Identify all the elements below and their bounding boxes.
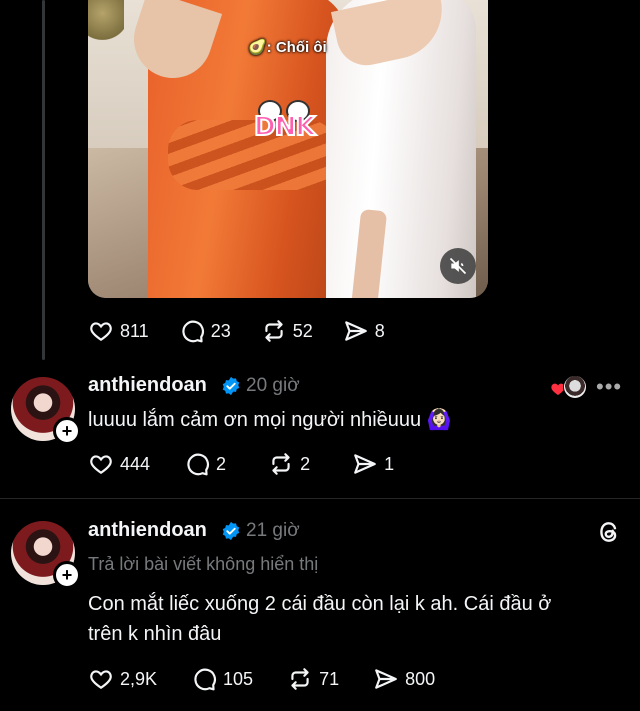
avatar[interactable]: + — [11, 521, 81, 589]
reply-count: 2 — [216, 453, 227, 474]
liked-by-author — [550, 375, 590, 399]
like-count: 2,9K — [120, 668, 158, 689]
verified-badge-icon — [222, 521, 240, 541]
thread-connector-line — [42, 0, 45, 360]
dnk-sticker: DNK — [250, 100, 330, 150]
send-icon — [354, 454, 376, 474]
repost-count: 2 — [300, 453, 311, 474]
repost-button[interactable]: 52 — [261, 318, 313, 344]
comment-time: 21 giờ — [246, 520, 300, 541]
comment-time: 20 giờ — [246, 375, 300, 396]
send-icon — [344, 321, 367, 341]
share-button[interactable]: 8 — [343, 318, 385, 344]
comment-text-line-1: Con mắt liếc xuống 2 cái đầu còn lại k a… — [88, 593, 552, 615]
reply-button[interactable]: 2 — [184, 451, 226, 477]
comment-text-line-2: trên k nhìn đâu — [88, 623, 222, 645]
video-plant — [88, 0, 124, 44]
share-count: 800 — [405, 668, 436, 689]
threads-logo-icon[interactable] — [596, 519, 622, 545]
comment-text: luuuu lắm cảm ơn mọi người nhiềuuu 🙆🏻‍♀️ — [88, 409, 452, 431]
repost-count: 52 — [292, 320, 313, 341]
speaker-muted-icon — [449, 257, 467, 275]
comment-action-bar: 2,9K 105 71 800 — [88, 666, 465, 692]
heart-icon — [90, 322, 112, 341]
verified-badge-icon — [222, 376, 240, 396]
heart-icon — [90, 670, 112, 689]
comment-icon — [187, 453, 210, 476]
liker-avatar — [563, 375, 587, 399]
like-count: 811 — [120, 320, 149, 341]
share-count: 8 — [374, 320, 385, 341]
comment-icon — [194, 668, 217, 691]
repost-button[interactable]: 71 — [287, 666, 339, 692]
reply-button[interactable]: 105 — [191, 666, 253, 692]
mute-button[interactable] — [440, 248, 476, 284]
follow-plus-icon[interactable]: + — [53, 561, 81, 589]
share-button[interactable]: 1 — [352, 451, 394, 477]
repost-icon — [272, 453, 290, 475]
repost-icon — [265, 320, 283, 342]
comment-icon — [182, 320, 204, 343]
share-count: 1 — [384, 453, 395, 474]
sticker-text: DNK — [253, 111, 316, 143]
reply-context[interactable]: Trả lời bài viết không hiển thị — [88, 554, 318, 575]
reply-count: 23 — [210, 320, 231, 341]
divider — [0, 498, 640, 499]
send-icon — [375, 669, 397, 689]
like-button[interactable]: 811 — [88, 318, 149, 344]
repost-button[interactable]: 2 — [268, 451, 310, 477]
like-button[interactable]: 2,9K — [88, 666, 157, 692]
reply-button[interactable]: 23 — [179, 318, 231, 344]
like-button[interactable]: 444 — [88, 451, 150, 477]
repost-icon — [291, 668, 309, 690]
repost-count: 71 — [319, 668, 340, 689]
post-action-bar: 811 23 52 8 — [88, 318, 415, 344]
heart-icon — [90, 455, 112, 474]
comment-action-bar: 444 2 2 1 — [88, 451, 424, 477]
comment-username[interactable]: anthiendoan — [88, 519, 207, 542]
like-count: 444 — [120, 453, 151, 474]
more-options-button[interactable]: ••• — [596, 374, 622, 400]
reply-count: 105 — [223, 668, 254, 689]
comment-username[interactable]: anthiendoan — [88, 374, 207, 397]
follow-plus-icon[interactable]: + — [53, 417, 81, 445]
video-caption: 🥑: Chối ôi — [248, 39, 327, 56]
avatar[interactable]: + — [11, 377, 81, 445]
post-video[interactable]: 🥑: Chối ôi DNK — [88, 0, 488, 298]
share-button[interactable]: 800 — [373, 666, 435, 692]
